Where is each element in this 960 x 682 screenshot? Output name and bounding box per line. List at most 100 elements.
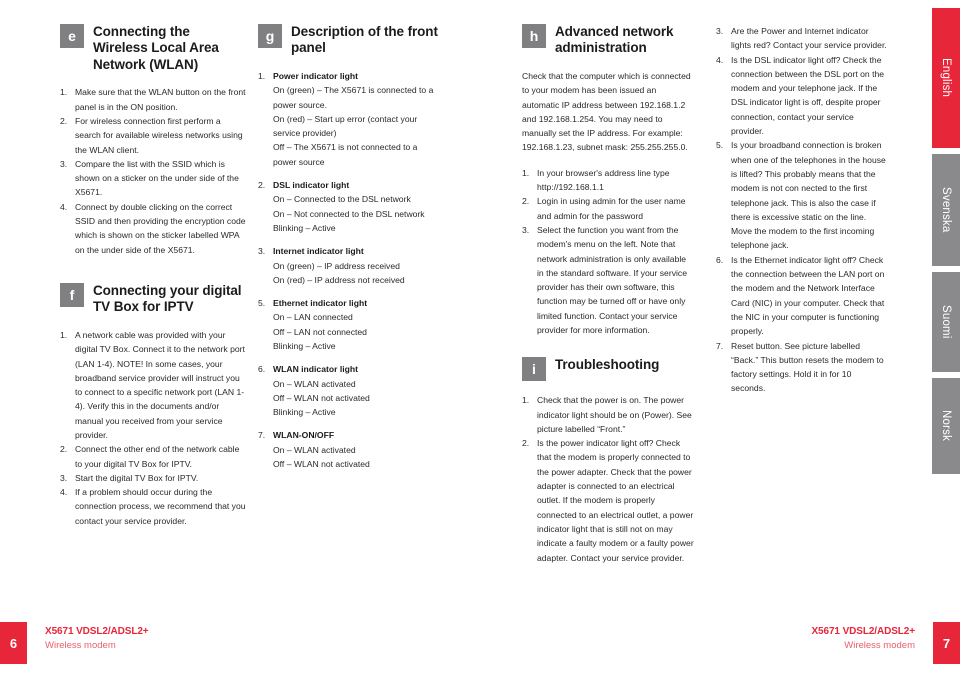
indicator-state: On – Not connected to the DSL network xyxy=(273,208,425,219)
list-item: 3. Select the function you want from the… xyxy=(522,223,694,337)
list-item-text: Start the digital TV Box for IPTV. xyxy=(75,472,199,483)
list-item-text: Reset button. See picture labelled “Back… xyxy=(731,340,884,394)
indicator-state: On (green) – IP address received xyxy=(273,260,400,271)
list-item: 2. Connect the other end of the network … xyxy=(60,442,246,471)
indicator-title: Internet indicator light xyxy=(273,246,364,257)
indicator-state: Off – WLAN not activated xyxy=(273,459,370,470)
language-tab-label: Svenska xyxy=(940,187,952,233)
list-item-text: Are the Power and Internet indicator lig… xyxy=(731,26,887,51)
list-item-number: 3. xyxy=(60,472,68,483)
list-item: 4. If a problem should occur during the … xyxy=(60,485,246,528)
list-item-text: A network cable was provided with your d… xyxy=(75,329,245,440)
list-item: 1. Make sure that the WLAN button on the… xyxy=(60,85,246,114)
admin-intro-paragraph: Check that the computer which is connect… xyxy=(522,70,691,153)
list-item-number: 6. xyxy=(258,364,266,375)
section-title-troubleshooting: Troubleshooting xyxy=(555,357,660,373)
admin-steps-list: 1. In your browser's address line type h… xyxy=(522,166,694,338)
footer-left-inner: 6 X5671 VDSL2/ADSL2+ Wireless modem xyxy=(0,622,149,664)
list-item-text: Connect the other end of the network cab… xyxy=(75,444,240,469)
list-item-number: 1. xyxy=(258,70,266,81)
language-tab-english[interactable]: English xyxy=(932,8,960,148)
list-item-text: In your browser's address line type http… xyxy=(537,167,670,193)
list-item-text: Login in using admin for the user name a… xyxy=(537,196,686,221)
language-tab-strip: English Svenska Suomi Norsk xyxy=(932,8,960,480)
front-panel-indicator-list: 1. Power indicator light On (green) – Th… xyxy=(258,69,438,471)
indicator-state: On (green) – The X5671 is connected to a… xyxy=(273,85,434,110)
indicator-state: Blinking – Active xyxy=(273,407,336,418)
list-item-text: Compare the list with the SSID which is … xyxy=(75,158,239,198)
list-item-number: 3. xyxy=(716,26,724,36)
indicator-state: On (red) – IP address not received xyxy=(273,274,405,285)
section-header-iptv: f Connecting your digital TV Box for IPT… xyxy=(60,282,246,316)
column-admin-troubleshooting: h Advanced network administration Check … xyxy=(522,24,694,565)
list-item: 7. Reset button. See picture labelled “B… xyxy=(716,339,888,396)
indicator-title: DSL indicator light xyxy=(273,180,350,191)
indicator-state: Blinking – Active xyxy=(273,222,336,233)
section-header-admin: h Advanced network administration xyxy=(522,24,694,57)
section-badge-h: h xyxy=(522,24,546,48)
list-item-number: 1. xyxy=(522,167,530,178)
list-item-text: Is your broadband connection is broken w… xyxy=(731,140,886,251)
indicator-state: On (red) – Start up error (contact your … xyxy=(273,113,418,139)
list-item: 1. In your browser's address line type h… xyxy=(522,166,694,195)
column-front-panel: g Description of the front panel 1. Powe… xyxy=(258,24,438,480)
section-badge-i: i xyxy=(522,357,546,382)
list-item-text: Is the DSL indicator light off? Check th… xyxy=(731,54,885,137)
list-item-text: Connect by double clicking on the correc… xyxy=(75,201,246,255)
section-badge-g: g xyxy=(258,24,282,48)
list-item-number: 7. xyxy=(716,340,724,351)
list-item: 6. WLAN indicator light On – WLAN activa… xyxy=(258,362,438,419)
list-item-text: For wireless connection first perform a … xyxy=(75,116,243,155)
list-item: 4. Is the DSL indicator light off? Check… xyxy=(716,53,888,139)
list-item: 3. Start the digital TV Box for IPTV. xyxy=(60,471,246,485)
footer-product-subtitle: Wireless modem xyxy=(844,639,915,651)
list-item: 2. Is the power indicator light off? Che… xyxy=(522,436,694,565)
list-item-number: 2. xyxy=(60,444,68,455)
list-item-number: 6. xyxy=(716,254,724,265)
list-item: 2. For wireless connection first perform… xyxy=(60,114,246,157)
section-title-iptv: Connecting your digital TV Box for IPTV xyxy=(93,282,242,315)
section-badge-e: e xyxy=(60,24,84,48)
list-item-text: Check that the power is on. The power in… xyxy=(537,395,692,434)
list-item-number: 3. xyxy=(522,224,530,235)
indicator-title: Power indicator light xyxy=(273,70,358,81)
column-wlan-iptv: e Connecting the Wireless Local Area Net… xyxy=(60,24,246,528)
list-item: 3. Internet indicator light On (green) –… xyxy=(258,244,438,287)
footer-product-name: X5671 VDSL2/ADSL2+ xyxy=(45,626,149,637)
language-tab-suomi[interactable]: Suomi xyxy=(932,272,960,372)
footer-right-text: X5671 VDSL2/ADSL2+ Wireless modem xyxy=(811,622,933,664)
page-number-left: 6 xyxy=(0,622,27,664)
list-item: 1. A network cable was provided with you… xyxy=(60,328,246,442)
list-item-number: 4. xyxy=(716,54,724,65)
indicator-title: WLAN-ON/OFF xyxy=(273,430,335,441)
section-header-troubleshooting: i Troubleshooting xyxy=(522,357,694,382)
section-header-wlan: e Connecting the Wireless Local Area Net… xyxy=(60,24,246,73)
list-item-number: 4. xyxy=(60,201,68,212)
language-tab-label: Norsk xyxy=(940,410,952,442)
column-troubleshooting-continued: 3. Are the Power and Internet indicator … xyxy=(716,24,888,396)
list-item-number: 5. xyxy=(258,298,266,309)
list-item-number: 1. xyxy=(522,395,530,406)
list-item: 6. Is the Ethernet indicator light off? … xyxy=(716,253,888,339)
indicator-state: Blinking – Active xyxy=(273,340,336,351)
list-item-number: 5. xyxy=(716,140,724,151)
section-title-admin: Advanced network administration xyxy=(555,24,674,56)
indicator-state: On – WLAN activated xyxy=(273,444,356,455)
list-item: 4. Connect by double clicking on the cor… xyxy=(60,200,246,257)
list-item-number: 3. xyxy=(258,246,266,257)
list-item-text: Select the function you want from the mo… xyxy=(537,224,687,335)
language-tab-svenska[interactable]: Svenska xyxy=(932,154,960,266)
list-item: 3. Compare the list with the SSID which … xyxy=(60,157,246,200)
indicator-state: Off – LAN not connected xyxy=(273,326,367,337)
footer-left-page: 6 X5671 VDSL2/ADSL2+ Wireless modem xyxy=(0,622,149,664)
language-tab-norsk[interactable]: Norsk xyxy=(932,378,960,474)
list-item-number: 4. xyxy=(60,487,68,498)
list-item: 7. WLAN-ON/OFF On – WLAN activated Off –… xyxy=(258,428,438,471)
footer-right-page: X5671 VDSL2/ADSL2+ Wireless modem 7 xyxy=(811,622,960,664)
list-item-number: 7. xyxy=(258,430,266,441)
troubleshooting-continued-list: 3. Are the Power and Internet indicator … xyxy=(716,24,888,396)
iptv-steps-list: 1. A network cable was provided with you… xyxy=(60,328,246,528)
footer-right-inner: X5671 VDSL2/ADSL2+ Wireless modem 7 xyxy=(811,622,960,664)
